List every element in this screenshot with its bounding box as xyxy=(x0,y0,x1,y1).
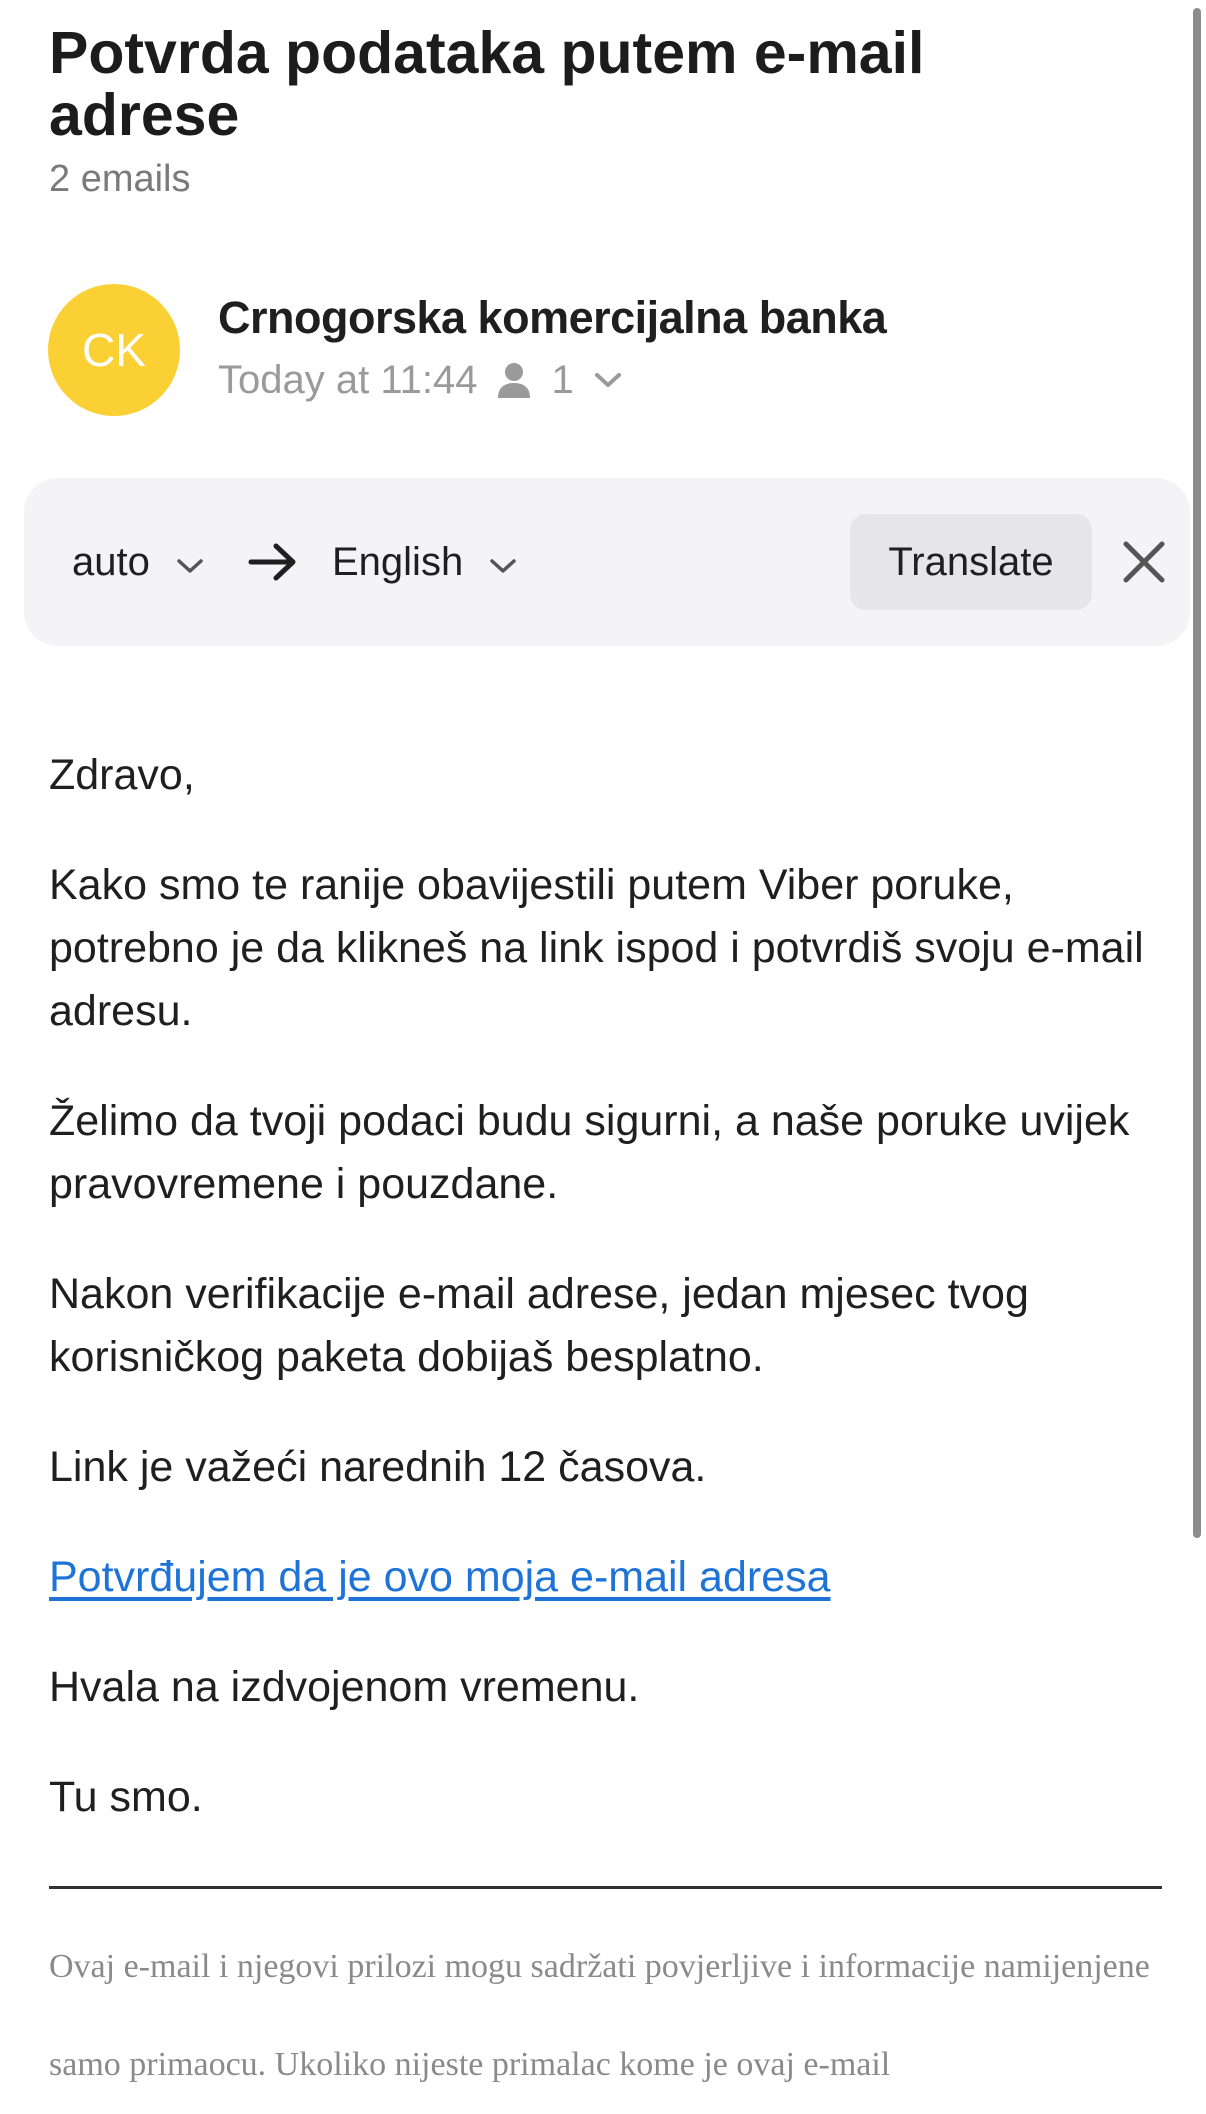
scrollbar[interactable] xyxy=(1193,8,1201,1538)
email-meta[interactable]: Today at 11:44 1 xyxy=(218,355,622,405)
translate-bar: auto English Translate xyxy=(24,478,1190,646)
signoff-text: Tu smo. xyxy=(49,1773,203,1821)
divider xyxy=(49,1886,1162,1889)
body-paragraph: Nakon verifikacije e-mail adrese, jedan … xyxy=(49,1270,1029,1381)
arrow-right-icon xyxy=(248,536,298,593)
close-icon[interactable] xyxy=(1122,540,1166,584)
source-language-select[interactable]: auto xyxy=(72,478,204,646)
thanks-text: Hvala na izdvojenom vremenu. xyxy=(49,1663,640,1711)
translate-button[interactable]: Translate xyxy=(850,514,1092,610)
greeting: Zdravo, xyxy=(49,751,195,799)
sender-name[interactable]: Crnogorska komercijalna banka xyxy=(218,292,887,344)
chevron-down-icon xyxy=(176,540,204,585)
email-subject: Potvrda podataka putem e-mail adrese xyxy=(49,20,925,148)
body-paragraph: Želimo da tvoji podaci budu sigurni, a n… xyxy=(49,1097,1130,1208)
person-icon xyxy=(497,361,531,399)
chevron-down-icon xyxy=(489,540,517,585)
body-paragraph: Kako smo te ranije obavijestili putem Vi… xyxy=(49,861,1144,1035)
disclaimer-text: Ovaj e-mail i njegovi prilozi mogu sadrž… xyxy=(49,1948,1150,2083)
target-language-label: English xyxy=(332,539,464,584)
sender-avatar[interactable]: CK xyxy=(48,284,180,416)
email-time: Today at 11:44 xyxy=(218,357,478,402)
chevron-down-icon[interactable] xyxy=(594,371,622,389)
email-body: Zdravo, Kako smo te ranije obavijestili … xyxy=(49,744,1159,1876)
source-language-label: auto xyxy=(72,539,150,584)
target-language-select[interactable]: English xyxy=(332,478,517,646)
body-paragraph: Link je važeći narednih 12 časova. xyxy=(49,1443,707,1491)
confirm-email-link[interactable]: Potvrđujem da je ovo moja e-mail adresa xyxy=(49,1553,831,1601)
avatar-initials: CK xyxy=(82,324,146,376)
email-count: 2 emails xyxy=(49,158,191,200)
recipients-count: 1 xyxy=(551,357,574,402)
